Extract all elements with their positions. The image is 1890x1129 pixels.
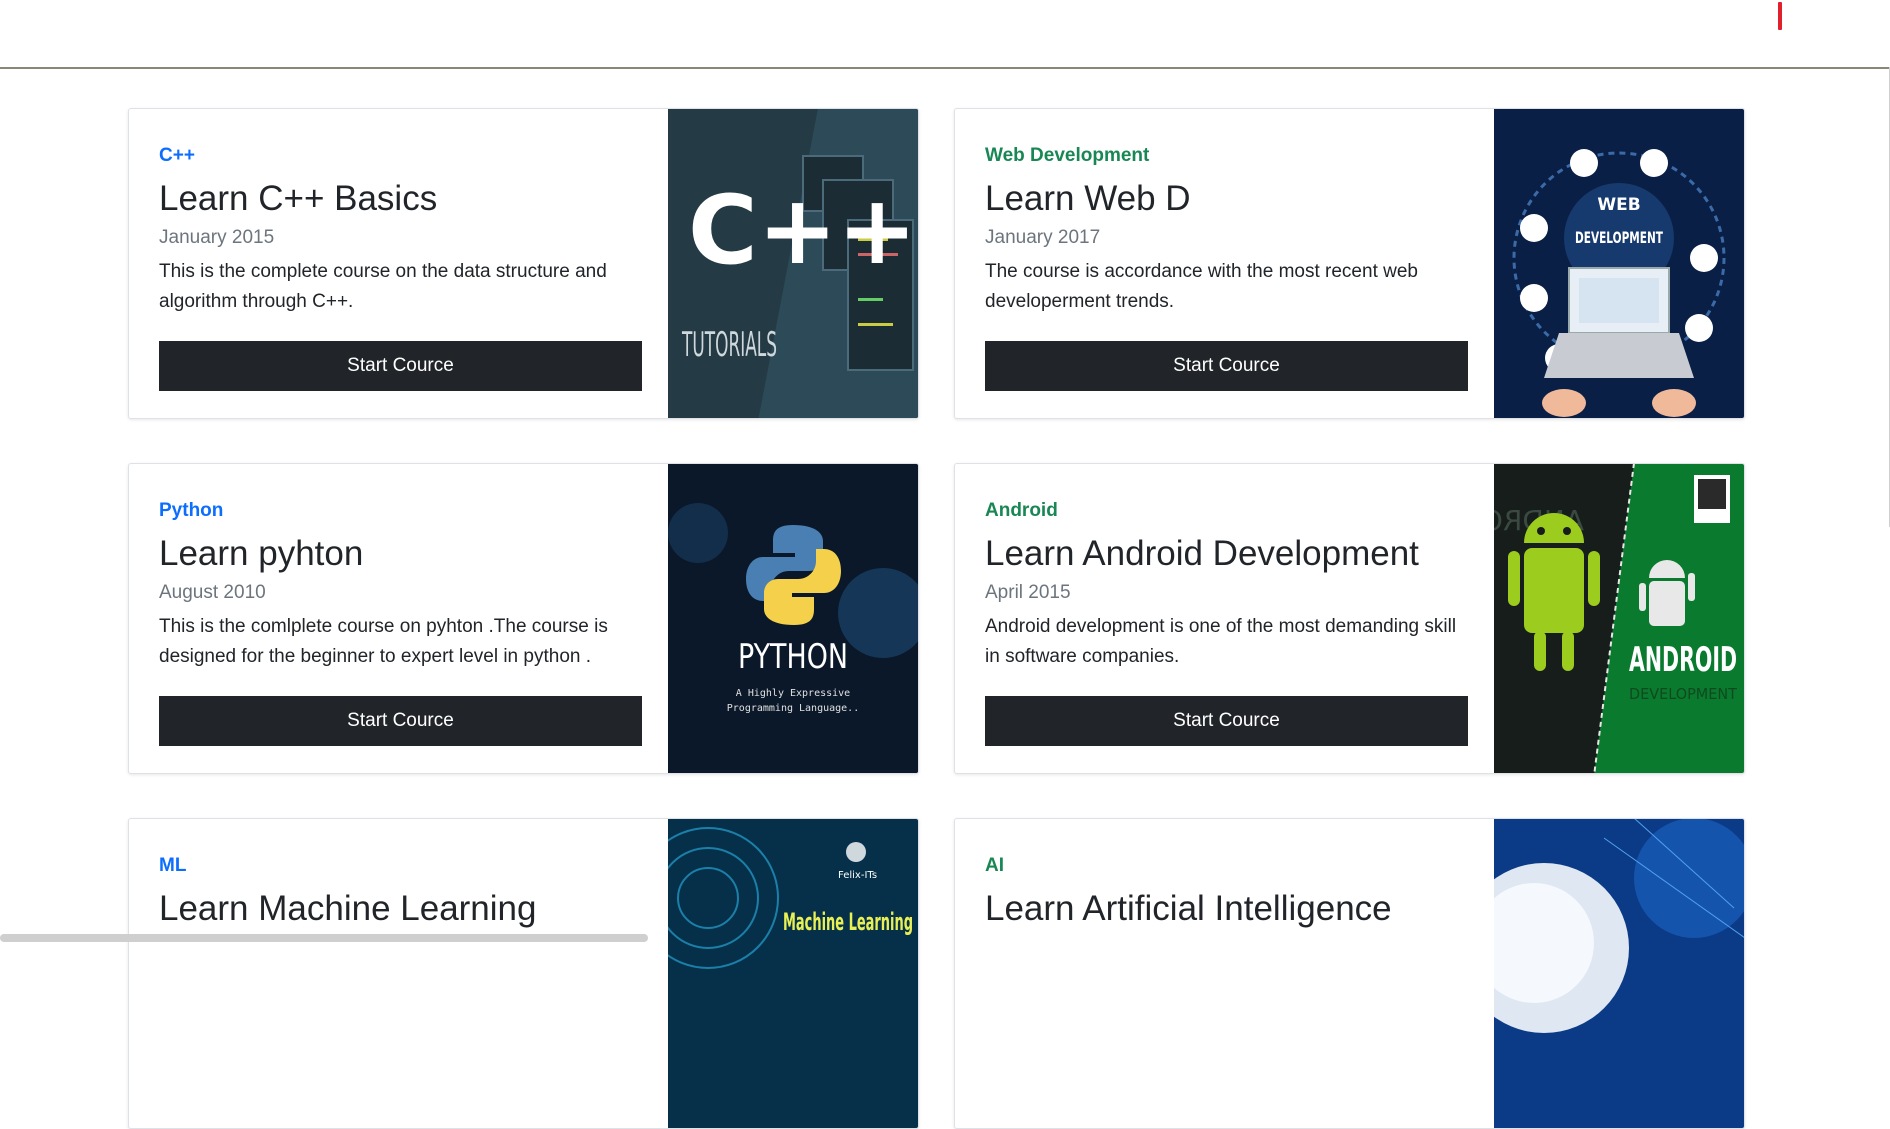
- course-category: Web Development: [985, 145, 1150, 166]
- thumb-sub-text: Felix-ITs: [838, 870, 877, 881]
- course-thumbnail[interactable]: [1494, 819, 1744, 1128]
- course-date: August 2010: [159, 582, 266, 603]
- course-title: Learn Web D: [985, 179, 1191, 218]
- course-thumbnail[interactable]: PYTHON A Highly Expressive Programming L…: [668, 464, 918, 773]
- course-description: This is the comlplete course on pyhton .…: [159, 616, 608, 667]
- thumb-sub-text: TUTORIALS: [682, 325, 777, 365]
- course-title: Learn pyhton: [159, 534, 364, 573]
- course-category: C++: [159, 145, 195, 166]
- thumb-main-text: PYTHON: [738, 637, 848, 677]
- course-date: January 2017: [985, 227, 1101, 248]
- course-title: Learn Machine Learning: [159, 889, 537, 928]
- thumb-main-text: ANDROID: [1629, 640, 1737, 680]
- start-course-button[interactable]: Start Cource: [985, 696, 1468, 746]
- course-title: Learn Android Development: [985, 534, 1419, 573]
- start-course-button[interactable]: Start Cource: [159, 341, 642, 391]
- course-thumbnail[interactable]: C++ TUTORIALS: [668, 109, 918, 418]
- course-card-cpp: C++ Learn C++ Basics January 2015 This i…: [128, 108, 919, 419]
- course-category: ML: [159, 855, 187, 876]
- course-category: AI: [985, 855, 1004, 876]
- thumb-sub-text: DEVELOPMENT: [1575, 228, 1663, 247]
- horizontal-scrollbar[interactable]: [0, 934, 648, 942]
- thumb-main-text: C++: [688, 176, 917, 286]
- course-category: Python: [159, 500, 224, 521]
- course-date: April 2015: [985, 582, 1071, 603]
- red-marker: [1778, 2, 1782, 30]
- start-course-button[interactable]: Start Cource: [985, 341, 1468, 391]
- top-navbar: [0, 0, 1890, 69]
- course-thumbnail[interactable]: WEB DEVELOPMENT: [1494, 109, 1744, 418]
- thumb-main-text: WEB: [1597, 195, 1640, 215]
- course-title: Learn C++ Basics: [159, 179, 438, 218]
- course-card-android: Android Learn Android Development April …: [954, 463, 1745, 774]
- course-card-ml: ML Learn Machine Learning Felix-ITs Mach…: [128, 818, 919, 1129]
- course-card-ai: AI Learn Artificial Intelligence: [954, 818, 1745, 1129]
- course-description: This is the complete course on the data …: [159, 261, 607, 312]
- thumb-sub-text: A Highly Expressive: [736, 688, 850, 699]
- thumb-main-text: Machine Learning: [783, 908, 913, 936]
- course-category: Android: [985, 500, 1058, 521]
- course-thumbnail[interactable]: Felix-ITs Machine Learning: [668, 819, 918, 1128]
- course-title: Learn Artificial Intelligence: [985, 889, 1392, 928]
- thumb-sub-text-2: Programming Language..: [727, 703, 859, 714]
- course-card-python: Python Learn pyhton August 2010 This is …: [128, 463, 919, 774]
- start-course-button[interactable]: Start Cource: [159, 696, 642, 746]
- course-card-web: Web Development Learn Web D January 2017…: [954, 108, 1745, 419]
- thumb-sub-text: DEVELOPMENT: [1629, 685, 1738, 703]
- course-description: The course is accordance with the most r…: [985, 261, 1418, 312]
- course-thumbnail[interactable]: ANDROID ANDROID DEVELOPMENT: [1494, 464, 1744, 773]
- course-description: Android development is one of the most d…: [985, 616, 1457, 667]
- course-date: January 2015: [159, 227, 275, 248]
